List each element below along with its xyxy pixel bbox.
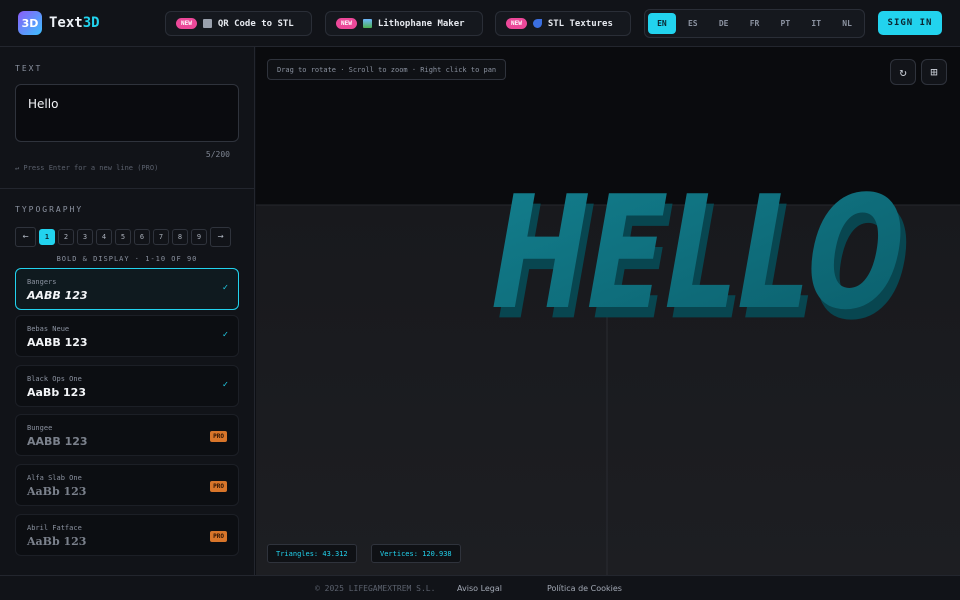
page-4[interactable]: 4 [96, 228, 112, 245]
legal-link[interactable]: Aviso Legal [457, 584, 502, 593]
lang-it[interactable]: IT [802, 13, 830, 34]
font-card-bangers[interactable]: Bangers AABB 123 ✓ [15, 268, 239, 310]
new-badge: NEW [336, 18, 357, 29]
font-card-abril-fatface[interactable]: Abril Fatface AaBb 123 PRO [15, 514, 239, 556]
sidebar: TEXT Hello 5/200 ↵ Press Enter for a new… [0, 47, 255, 575]
page-1[interactable]: 1 [39, 228, 55, 245]
lang-fr[interactable]: FR [741, 13, 769, 34]
char-counter: 5/200 [205, 150, 230, 159]
font-card-alfa-slab-one[interactable]: Alfa Slab One AaBb 123 PRO [15, 464, 239, 506]
font-sample: AaBb 123 [27, 485, 87, 498]
font-name: Abril Fatface [27, 524, 82, 532]
pro-badge: PRO [210, 431, 227, 442]
font-card-bungee[interactable]: Bungee AABB 123 PRO [15, 414, 239, 456]
new-badge: NEW [176, 18, 197, 29]
page-9[interactable]: 9 [191, 228, 207, 245]
page-2[interactable]: 2 [58, 228, 74, 245]
page-6[interactable]: 6 [134, 228, 150, 245]
logo-icon[interactable]: 3D [18, 11, 42, 35]
3d-viewport[interactable]: HELLO HELLO Drag to rotate · Scroll to z… [256, 47, 960, 575]
font-sample: AABB 123 [27, 435, 88, 448]
pro-badge: PRO [210, 531, 227, 542]
triangles-count: Triangles: 43.312 [267, 544, 357, 563]
nav-qr-code-to-stl[interactable]: NEW QR Code to STL [165, 11, 312, 36]
lang-nl[interactable]: NL [833, 13, 861, 34]
app-root: 3D Text3D NEW QR Code to STL NEW Lithoph… [0, 0, 960, 600]
model-text: HELLO [476, 162, 920, 344]
divider [0, 188, 255, 189]
font-card-black-ops-one[interactable]: Black Ops One AaBb 123 ✓ [15, 365, 239, 407]
nav-stl-textures[interactable]: NEW STL Textures [495, 11, 631, 36]
font-group-label: BOLD & DISPLAY · 1-10 OF 90 [56, 255, 198, 263]
typography-section-label: TYPOGRAPHY [15, 205, 84, 214]
image-icon [362, 19, 372, 28]
newline-hint: ↵ Press Enter for a new line (PRO) [15, 164, 159, 172]
check-icon: ✓ [222, 380, 228, 390]
new-badge: NEW [506, 18, 527, 29]
font-sample: AABB 123 [27, 336, 88, 349]
font-sample: AaBb 123 [27, 386, 86, 399]
font-name: Black Ops One [27, 375, 82, 383]
lang-es[interactable]: ES [679, 13, 707, 34]
vertices-count: Vertices: 120.938 [371, 544, 461, 563]
font-sample: AABB 123 [27, 289, 88, 302]
nav-lithophane-maker[interactable]: NEW Lithophane Maker [325, 11, 483, 36]
font-name: Bebas Neue [27, 325, 70, 333]
language-switcher: EN ES DE FR PT IT NL [644, 9, 865, 38]
cookies-link[interactable]: Política de Cookies [547, 584, 622, 593]
font-sample: AaBb 123 [27, 535, 87, 548]
font-name: Alfa Slab One [27, 474, 82, 482]
nav-label: Lithophane Maker [377, 18, 465, 29]
check-icon: ✓ [222, 330, 228, 340]
lang-pt[interactable]: PT [771, 13, 799, 34]
reset-view-icon[interactable]: ↻ [890, 59, 916, 85]
qr-icon [202, 19, 212, 28]
nav-label: QR Code to STL [217, 18, 294, 29]
logo-text[interactable]: Text3D [49, 15, 100, 31]
page-7[interactable]: 7 [153, 228, 169, 245]
next-page-button[interactable]: → [210, 226, 231, 247]
page-3[interactable]: 3 [77, 228, 93, 245]
prev-page-button[interactable]: ← [15, 226, 36, 247]
lang-de[interactable]: DE [710, 13, 738, 34]
lang-en[interactable]: EN [648, 13, 676, 34]
logo-text-accent: 3D [82, 15, 100, 31]
nav-label: STL Textures [547, 18, 613, 29]
page-5[interactable]: 5 [115, 228, 131, 245]
text-input[interactable]: Hello [15, 84, 239, 142]
logo-text-main: Text [49, 15, 83, 31]
pro-badge: PRO [210, 481, 227, 492]
page-8[interactable]: 8 [172, 228, 188, 245]
font-card-bebas-neue[interactable]: Bebas Neue AABB 123 ✓ [15, 315, 239, 357]
text-model: HELLO HELLO [476, 162, 925, 354]
controls-hint: Drag to rotate · Scroll to zoom · Right … [267, 59, 507, 80]
font-name: Bangers [27, 278, 57, 286]
check-icon: ✓ [222, 283, 228, 293]
font-name: Bungee [27, 424, 53, 432]
sign-in-button[interactable]: SIGN IN [878, 11, 942, 35]
top-bar: 3D Text3D NEW QR Code to STL NEW Lithoph… [0, 0, 960, 47]
footer: © 2025 LIFEGAMEXTREM S.L. Aviso Legal Po… [0, 575, 960, 600]
font-pager: ← 1 2 3 4 5 6 7 8 9 → [15, 226, 239, 247]
text-section-label: TEXT [15, 64, 43, 73]
grid-toggle-icon[interactable]: ⊞ [921, 59, 947, 85]
texture-icon [532, 19, 542, 28]
copyright: © 2025 LIFEGAMEXTREM S.L. [315, 584, 436, 593]
